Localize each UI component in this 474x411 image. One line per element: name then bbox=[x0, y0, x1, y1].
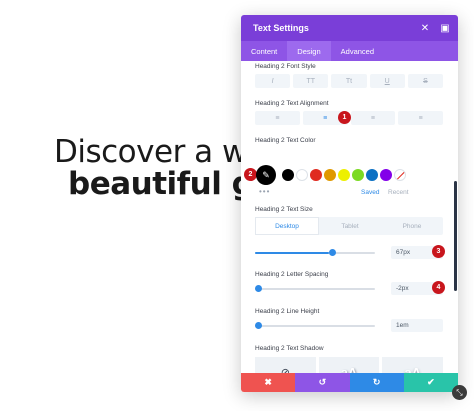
redo-button[interactable]: ↻ bbox=[349, 373, 404, 392]
text-size-slider-handle[interactable] bbox=[329, 249, 336, 256]
swatch-green[interactable] bbox=[352, 169, 364, 181]
text-size-label: Heading 2 Text Size bbox=[255, 206, 313, 213]
expand-icon[interactable]: ▣ bbox=[438, 21, 452, 35]
swatch-yellow[interactable] bbox=[338, 169, 350, 181]
letter-spacing-slider-track[interactable] bbox=[255, 288, 375, 290]
step-marker-4: 4 bbox=[432, 281, 445, 294]
tab-advanced[interactable]: Advanced bbox=[331, 41, 384, 61]
swatch-red[interactable] bbox=[310, 169, 322, 181]
page-canvas: Discover a wo beautiful gr Text Settings… bbox=[0, 0, 474, 411]
undo-button[interactable]: ↺ bbox=[295, 373, 350, 392]
step-marker-1: 1 bbox=[338, 111, 351, 124]
shadow-preset-2[interactable]: aA bbox=[382, 357, 444, 373]
font-style-label: Heading 2 Font Style bbox=[255, 63, 316, 70]
line-height-slider-track[interactable] bbox=[255, 325, 375, 327]
capitalize-button[interactable]: Tt bbox=[331, 74, 367, 88]
hero-heading-line-1: Discover a wo bbox=[54, 134, 266, 170]
strikethrough-button[interactable]: S bbox=[407, 74, 444, 88]
text-shadow-options: ⊘ aA aA bbox=[255, 357, 444, 373]
text-size-slider-fill bbox=[255, 252, 329, 254]
swatch-black[interactable] bbox=[282, 169, 294, 181]
device-desktop-tab[interactable]: Desktop bbox=[255, 217, 319, 235]
align-justify-button[interactable]: ≡ bbox=[398, 111, 443, 125]
modal-footer: ✖ ↺ ↻ ✔ bbox=[241, 373, 458, 392]
close-icon[interactable]: ✕ bbox=[418, 21, 432, 35]
align-right-button[interactable]: ≡ bbox=[350, 111, 396, 125]
resize-handle-icon[interactable]: ⤡ bbox=[452, 385, 467, 400]
more-colors-icon[interactable]: ••• bbox=[259, 187, 270, 196]
modal-scrollbar[interactable] bbox=[454, 181, 457, 291]
underline-button[interactable]: U bbox=[369, 74, 405, 88]
modal-title: Text Settings bbox=[253, 23, 309, 33]
letter-spacing-label: Heading 2 Letter Spacing bbox=[255, 271, 329, 278]
hero-heading-line-2: beautiful gr bbox=[68, 166, 269, 202]
cancel-button[interactable]: ✖ bbox=[241, 373, 296, 392]
modal-header: Text Settings ✕ ▣ bbox=[241, 15, 458, 41]
shadow-preset-1[interactable]: aA bbox=[318, 357, 380, 373]
device-switcher: Desktop Tablet Phone bbox=[255, 217, 443, 235]
text-shadow-label: Heading 2 Text Shadow bbox=[255, 345, 324, 352]
text-alignment-label: Heading 2 Text Alignment bbox=[255, 100, 329, 107]
tab-design[interactable]: Design bbox=[287, 41, 331, 61]
line-height-slider-handle[interactable] bbox=[255, 322, 262, 329]
italic-button[interactable]: I bbox=[255, 74, 291, 88]
tab-content[interactable]: Content bbox=[241, 41, 287, 61]
swatch-blue[interactable] bbox=[366, 169, 378, 181]
save-button[interactable]: ✔ bbox=[403, 373, 458, 392]
line-height-label: Heading 2 Line Height bbox=[255, 308, 320, 315]
recent-colors-tab[interactable]: Recent bbox=[388, 189, 409, 196]
modal-tabs: Content Design Advanced bbox=[241, 41, 458, 61]
color-swatches bbox=[282, 169, 406, 181]
uppercase-button[interactable]: TT bbox=[293, 74, 329, 88]
modal-content: Heading 2 Font Style I TT Tt U S Heading… bbox=[241, 61, 458, 373]
no-shadow-icon: ⊘ bbox=[280, 366, 290, 374]
shadow-none-option[interactable]: ⊘ bbox=[255, 357, 316, 373]
swatch-none[interactable] bbox=[394, 169, 406, 181]
device-phone-tab[interactable]: Phone bbox=[381, 217, 443, 235]
text-settings-modal: Text Settings ✕ ▣ Content Design Advance… bbox=[241, 15, 458, 392]
step-marker-3: 3 bbox=[432, 245, 445, 258]
font-style-options: I TT Tt U S bbox=[255, 74, 444, 88]
swatch-orange[interactable] bbox=[324, 169, 336, 181]
color-picker-icon[interactable]: ✎ bbox=[256, 165, 276, 185]
letter-spacing-slider-handle[interactable] bbox=[255, 285, 262, 292]
align-left-button[interactable]: ≡ bbox=[255, 111, 300, 125]
device-tablet-tab[interactable]: Tablet bbox=[319, 217, 381, 235]
text-color-label: Heading 2 Text Color bbox=[255, 137, 316, 144]
swatch-white[interactable] bbox=[296, 169, 308, 181]
saved-colors-tab[interactable]: Saved bbox=[361, 189, 379, 196]
line-height-input[interactable]: 1em bbox=[391, 319, 443, 332]
swatch-purple[interactable] bbox=[380, 169, 392, 181]
